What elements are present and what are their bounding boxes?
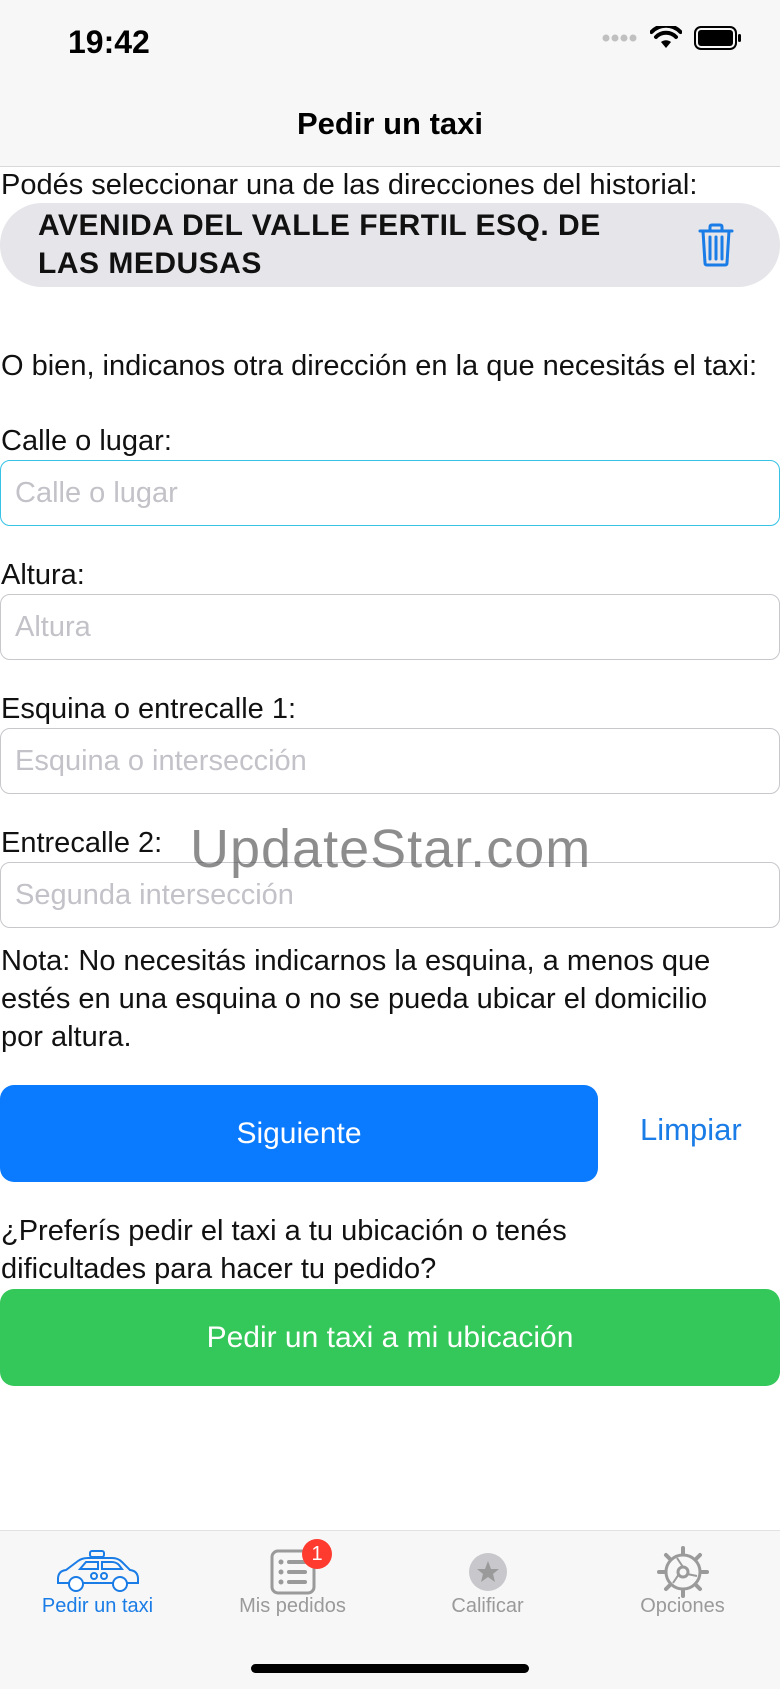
page-title: Pedir un taxi bbox=[296, 106, 484, 141]
tab-pedir-taxi[interactable]: Pedir un taxi bbox=[0, 1531, 195, 1651]
status-bar: 19:42 bbox=[0, 0, 780, 86]
corner1-label: Esquina o entrecalle 1: bbox=[1, 693, 297, 725]
star-icon bbox=[468, 1553, 507, 1591]
clear-button[interactable]: Limpiar bbox=[640, 1112, 742, 1148]
form-intro: O bien, indicanos otra dirección en la q… bbox=[1, 350, 758, 382]
tab-label: Calificar bbox=[451, 1595, 524, 1617]
home-indicator bbox=[251, 1664, 529, 1673]
taxi-icon bbox=[56, 1550, 139, 1592]
number-input[interactable] bbox=[1, 595, 779, 659]
history-address-label: AVENIDA DEL VALLE FERTIL ESQ. DE LAS MED… bbox=[38, 209, 601, 280]
next-button[interactable]: Siguiente bbox=[0, 1085, 598, 1182]
history-prompt: Podés seleccionar una de las direcciones… bbox=[1, 169, 698, 201]
tab-label: Opciones bbox=[640, 1595, 725, 1617]
corner2-label: Entrecalle 2: bbox=[1, 827, 163, 859]
tab-calificar[interactable]: Calificar bbox=[390, 1531, 585, 1651]
street-field[interactable] bbox=[0, 460, 780, 526]
navigation-bar: Pedir un taxi bbox=[0, 86, 780, 167]
tab-label: Mis pedidos bbox=[239, 1595, 346, 1617]
status-icons bbox=[602, 26, 742, 50]
tab-opciones[interactable]: Opciones bbox=[585, 1531, 780, 1651]
tab-label: Pedir un taxi bbox=[41, 1595, 154, 1617]
form-note: Nota: No necesitás indicarnos la esquina… bbox=[1, 945, 711, 1053]
history-address-item[interactable]: AVENIDA DEL VALLE FERTIL ESQ. DE LAS MED… bbox=[0, 203, 780, 287]
location-prompt: ¿Preferís pedir el taxi a tu ubicación o… bbox=[1, 1215, 567, 1285]
tab-mis-pedidos[interactable]: 1 Mis pedidos bbox=[195, 1531, 390, 1651]
orders-badge: 1 bbox=[302, 1539, 332, 1569]
street-input[interactable] bbox=[1, 461, 779, 525]
cellular-signal-icon bbox=[602, 34, 637, 42]
number-label: Altura: bbox=[1, 559, 85, 591]
street-label: Calle o lugar: bbox=[1, 425, 172, 457]
status-time: 19:42 bbox=[68, 24, 150, 60]
gear-icon bbox=[656, 1546, 709, 1598]
number-field[interactable] bbox=[0, 594, 780, 660]
corner1-input[interactable] bbox=[1, 729, 779, 793]
watermark: UpdateStar.com bbox=[190, 819, 592, 879]
corner1-field[interactable] bbox=[0, 728, 780, 794]
request-at-location-button[interactable]: Pedir un taxi a mi ubicación bbox=[0, 1289, 780, 1386]
trash-icon[interactable] bbox=[698, 223, 734, 267]
wifi-icon bbox=[650, 26, 682, 48]
battery-icon bbox=[694, 26, 741, 50]
